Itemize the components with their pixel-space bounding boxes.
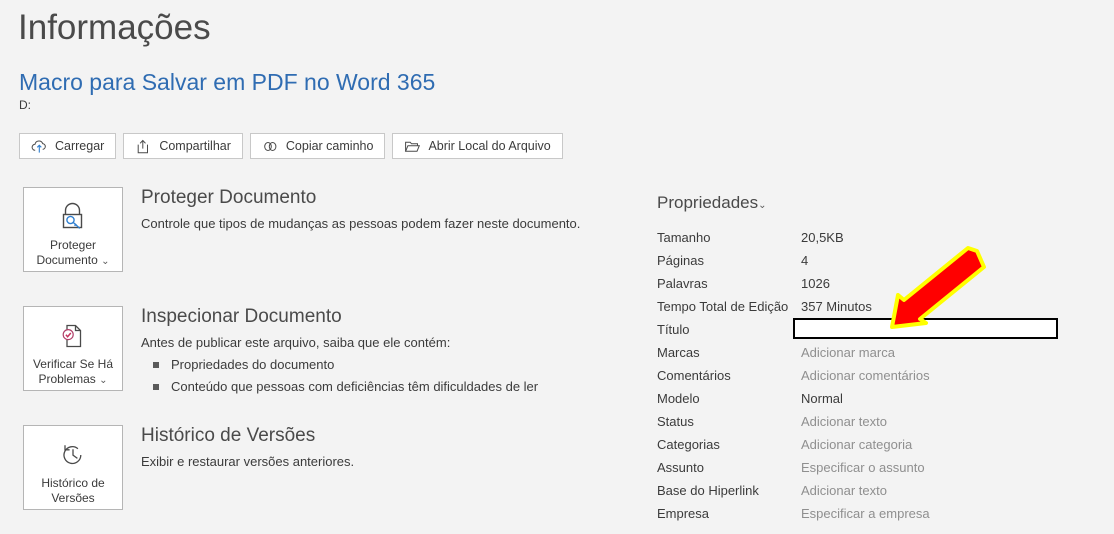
property-value[interactable]: 357 Minutos — [801, 299, 872, 314]
property-value[interactable]: Normal — [801, 391, 843, 406]
property-label: Assunto — [657, 460, 704, 475]
version-history-card-label: Histórico de Versões — [37, 476, 108, 506]
property-label: Tempo Total de Edição — [657, 299, 789, 314]
document-path: D: — [19, 98, 31, 112]
property-label: Status — [657, 414, 694, 429]
property-label: Base do Hiperlink — [657, 483, 759, 498]
property-value[interactable]: Especificar o assunto — [801, 460, 925, 475]
square-bullet-icon — [153, 362, 159, 368]
property-label: Empresa — [657, 506, 710, 521]
table-row: Palavras 1026 — [657, 272, 1077, 295]
property-value[interactable]: 1026 — [801, 276, 830, 291]
check-for-issues-card-label: Verificar Se Há Problemas ⌄ — [29, 357, 117, 388]
document-check-icon — [54, 316, 92, 356]
check-for-issues-card[interactable]: Verificar Se Há Problemas ⌄ — [23, 306, 123, 391]
property-value[interactable]: Adicionar marca — [801, 345, 895, 360]
chevron-down-icon: ⌄ — [101, 256, 110, 267]
list-item-label: Propriedades do documento — [171, 357, 335, 372]
properties-title[interactable]: Propriedades⌄ — [657, 192, 1077, 217]
protect-card-label-line1: Proteger — [49, 238, 96, 252]
table-row: Empresa Especificar a empresa — [657, 502, 1077, 525]
protect-card-label-line2: Documento — [36, 253, 98, 267]
link-icon — [262, 139, 279, 154]
upload-button-label: Carregar — [55, 139, 105, 153]
cloud-upload-icon — [31, 139, 48, 154]
table-row: Status Adicionar texto — [657, 410, 1077, 433]
property-label: Tamanho — [657, 230, 711, 245]
open-file-location-button[interactable]: Abrir Local do Arquivo — [392, 133, 563, 159]
info-backstage-page: Informações Macro para Salvar em PDF no … — [0, 0, 1114, 534]
share-button-label: Compartilhar — [159, 139, 231, 153]
property-label: Marcas — [657, 345, 700, 360]
list-item: Propriedades do documento — [141, 354, 538, 376]
section-inspect-document: Verificar Se Há Problemas ⌄ Inspecionar … — [23, 306, 623, 401]
property-label: Título — [657, 322, 690, 337]
property-label: Palavras — [657, 276, 708, 291]
lock-key-icon — [54, 197, 92, 237]
property-value[interactable]: 4 — [801, 253, 808, 268]
property-label: Comentários — [657, 368, 731, 383]
section-protect-document: Proteger Documento ⌄ Proteger Documento … — [23, 187, 623, 282]
copy-path-button[interactable]: Copiar caminho — [249, 133, 386, 159]
property-label: Páginas — [657, 253, 704, 268]
title-input[interactable] — [793, 318, 1058, 339]
section-version-history: Histórico de Versões Histórico de Versõe… — [23, 425, 623, 520]
upload-button[interactable]: Carregar — [19, 133, 117, 159]
table-row: Assunto Especificar o assunto — [657, 456, 1077, 479]
table-row: Título — [657, 318, 1077, 341]
table-row: Tempo Total de Edição 357 Minutos — [657, 295, 1077, 318]
table-row: Categorias Adicionar categoria — [657, 433, 1077, 456]
table-row: Comentários Adicionar comentários — [657, 364, 1077, 387]
property-label: Modelo — [657, 391, 700, 406]
chevron-down-icon: ⌄ — [99, 375, 108, 386]
inspect-document-heading: Inspecionar Documento — [141, 306, 342, 327]
protect-document-description: Controle que tipos de mudanças as pessoa… — [141, 216, 581, 231]
table-row: Marcas Adicionar marca — [657, 341, 1077, 364]
list-item-label: Conteúdo que pessoas com deficiências tê… — [171, 379, 539, 394]
property-value[interactable]: 20,5KB — [801, 230, 844, 245]
version-history-heading: Histórico de Versões — [141, 425, 316, 446]
folder-open-icon — [404, 139, 421, 154]
properties-panel: Propriedades⌄ Tamanho 20,5KB Páginas 4 P… — [657, 192, 1077, 525]
file-actions-toolbar: Carregar Compartilhar Copiar caminho Abr… — [19, 133, 563, 159]
page-title: Informações — [18, 8, 211, 47]
check-card-label-line1: Verificar Se Há — [32, 357, 114, 371]
property-value[interactable]: Adicionar texto — [801, 483, 887, 498]
share-icon — [135, 139, 152, 154]
clock-history-icon — [54, 435, 92, 475]
share-button[interactable]: Compartilhar — [123, 133, 243, 159]
check-card-label-line2: Problemas — [38, 372, 96, 386]
inspect-document-issue-list: Propriedades do documento Conteúdo que p… — [141, 354, 538, 398]
version-card-label-line1: Histórico de — [41, 476, 105, 490]
chevron-down-icon: ⌄ — [758, 200, 767, 211]
protect-document-card-label: Proteger Documento ⌄ — [32, 238, 113, 269]
property-value[interactable]: Adicionar categoria — [801, 437, 912, 452]
inspect-document-description: Antes de publicar este arquivo, saiba qu… — [141, 335, 451, 350]
property-value[interactable]: Adicionar comentários — [801, 368, 930, 383]
list-item: Conteúdo que pessoas com deficiências tê… — [141, 376, 538, 398]
table-row: Páginas 4 — [657, 249, 1077, 272]
table-row: Modelo Normal — [657, 387, 1077, 410]
property-value[interactable]: Adicionar texto — [801, 414, 887, 429]
table-row: Tamanho 20,5KB — [657, 226, 1077, 249]
version-card-label-line2: Versões — [51, 491, 95, 505]
copy-path-button-label: Copiar caminho — [285, 139, 374, 153]
property-label: Categorias — [657, 437, 720, 452]
protect-document-card[interactable]: Proteger Documento ⌄ — [23, 187, 123, 272]
document-name[interactable]: Macro para Salvar em PDF no Word 365 — [19, 68, 435, 96]
properties-title-label: Propriedades — [657, 193, 759, 212]
version-history-description: Exibir e restaurar versões anteriores. — [141, 454, 355, 469]
table-row: Base do Hiperlink Adicionar texto — [657, 479, 1077, 502]
open-file-location-button-label: Abrir Local do Arquivo — [428, 139, 551, 153]
square-bullet-icon — [153, 384, 159, 390]
version-history-card[interactable]: Histórico de Versões — [23, 425, 123, 510]
protect-document-heading: Proteger Documento — [141, 187, 317, 208]
property-value[interactable]: Especificar a empresa — [801, 506, 930, 521]
